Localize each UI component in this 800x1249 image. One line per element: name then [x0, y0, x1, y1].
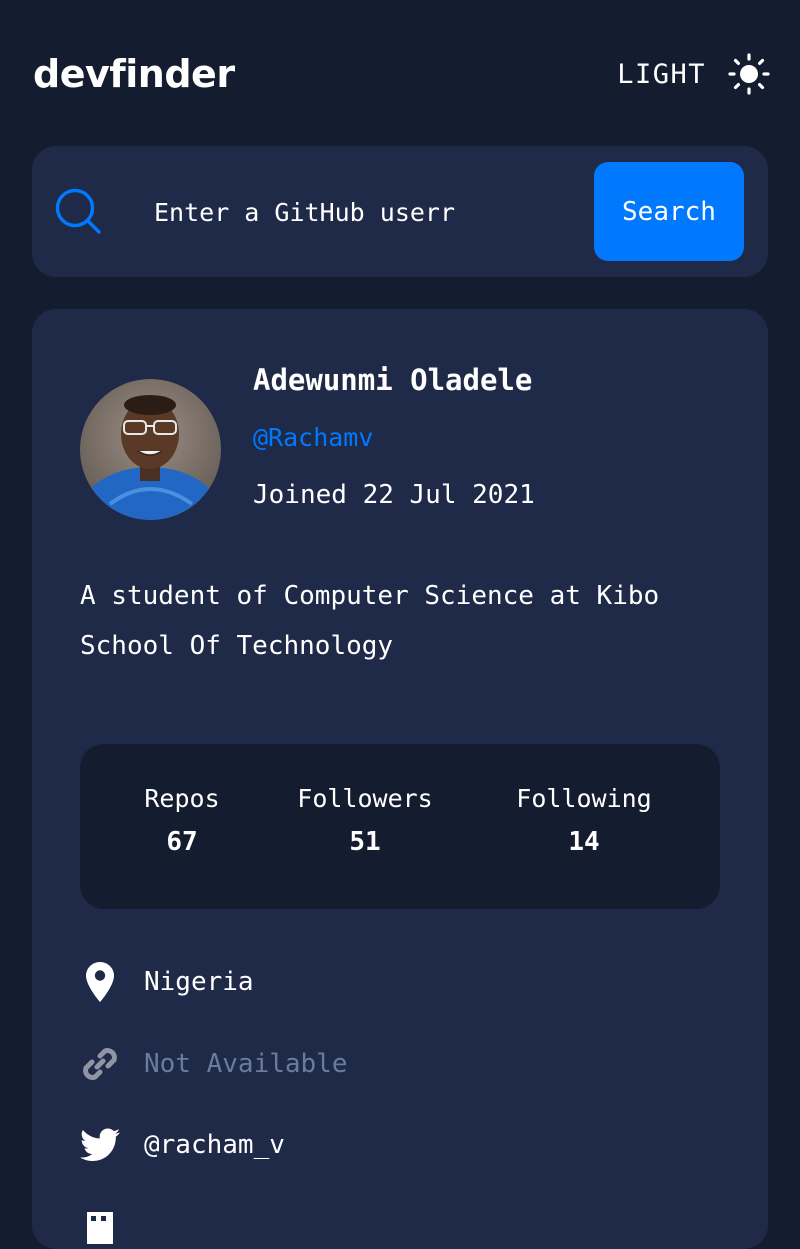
app-logo: devfinder — [33, 52, 235, 96]
search-icon — [55, 188, 101, 234]
stat-following: Following 14 — [506, 784, 662, 857]
search-button[interactable]: Search — [594, 162, 744, 261]
stat-repos: Repos 67 — [139, 784, 225, 857]
joined-date: Joined 22 Jul 2021 — [253, 480, 535, 510]
company-row — [80, 1199, 720, 1249]
profile-handle-link[interactable]: @Rachamv — [253, 423, 373, 452]
theme-toggle-label: LIGHT — [617, 58, 706, 90]
website-text: Not Available — [144, 1049, 348, 1079]
sun-icon — [728, 53, 770, 95]
location-pin-icon — [80, 960, 120, 1004]
avatar — [80, 379, 221, 520]
stat-following-label: Following — [516, 784, 652, 813]
location-row: Nigeria — [80, 957, 720, 1007]
twitter-text[interactable]: @racham_v — [144, 1130, 285, 1160]
search-input[interactable] — [154, 188, 494, 236]
stat-followers-label: Followers — [297, 784, 433, 813]
stat-following-value: 14 — [568, 827, 600, 857]
twitter-icon — [80, 1123, 120, 1167]
stat-repos-value: 67 — [166, 827, 198, 857]
location-text: Nigeria — [144, 967, 254, 997]
profile-card: Adewunmi Oladele @Rachamv Joined 22 Jul … — [32, 309, 768, 1249]
company-icon — [80, 1202, 120, 1246]
avatar-image — [80, 379, 221, 520]
app-header: devfinder LIGHT — [33, 48, 770, 100]
stat-followers-value: 51 — [349, 827, 381, 857]
link-icon — [80, 1042, 120, 1086]
stat-followers: Followers 51 — [288, 784, 442, 857]
theme-toggle[interactable]: LIGHT — [617, 53, 770, 95]
stat-repos-label: Repos — [144, 784, 220, 813]
stats-panel: Repos 67 Followers 51 Following 14 — [80, 744, 720, 909]
profile-bio: A student of Computer Science at Kibo Sc… — [80, 581, 660, 661]
twitter-row: @racham_v — [80, 1120, 720, 1170]
website-row: Not Available — [80, 1039, 720, 1089]
profile-name: Adewunmi Oladele — [253, 363, 533, 397]
search-bar: Search — [32, 146, 768, 277]
